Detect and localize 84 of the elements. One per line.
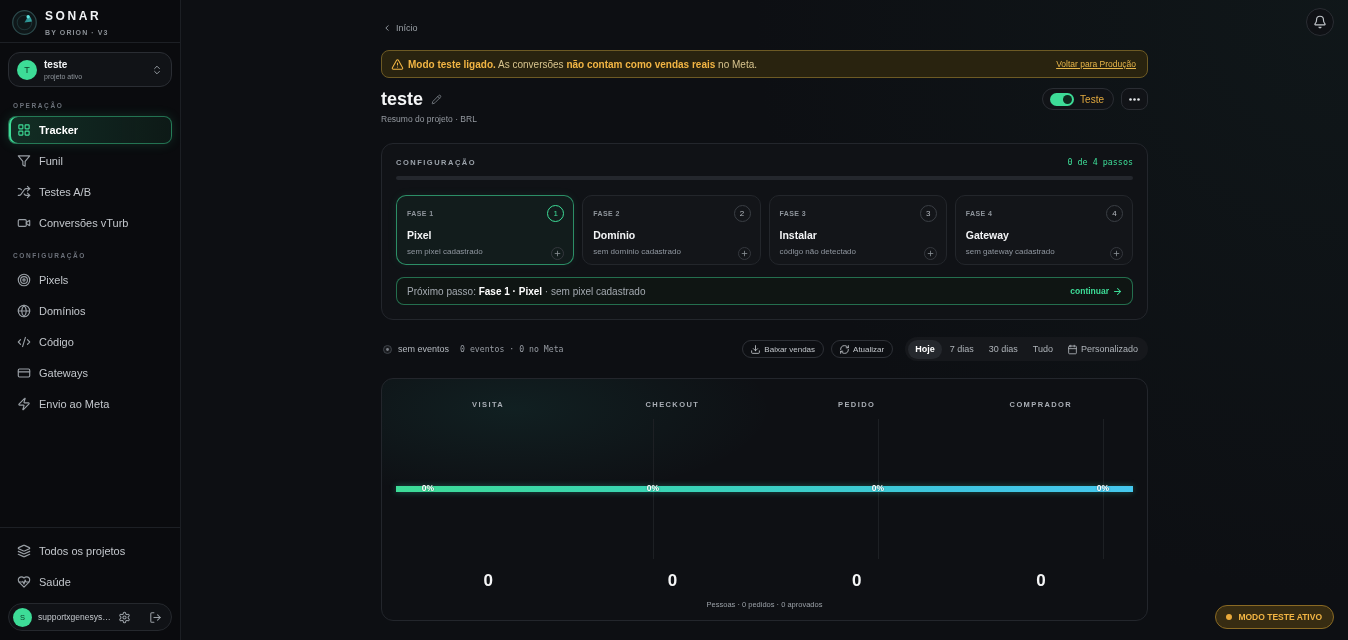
arrow-right-icon bbox=[1113, 286, 1122, 296]
project-avatar: T bbox=[17, 59, 37, 80]
mode-toggle[interactable]: Teste bbox=[1042, 88, 1114, 110]
nav-item[interactable]: Conversões vTurb bbox=[8, 209, 172, 237]
phase-status: código não detectado bbox=[779, 246, 856, 257]
phase-status: sem domínio cadastrado bbox=[593, 246, 681, 257]
range-tab[interactable]: 30 dias bbox=[981, 339, 1025, 359]
nav-item[interactable]: Gateways bbox=[8, 359, 172, 387]
notifications-button[interactable] bbox=[1306, 8, 1334, 36]
range-tab[interactable]: Tudo bbox=[1025, 339, 1060, 359]
shuffle-icon bbox=[18, 186, 30, 198]
page-subtitle: Resumo do projeto · BRL bbox=[381, 113, 477, 125]
logout-button[interactable] bbox=[150, 611, 161, 623]
code-icon bbox=[18, 336, 30, 348]
event-counts: 0 eventos · 0 no Meta bbox=[460, 344, 564, 354]
status-dot-icon bbox=[383, 344, 392, 354]
banner-message: Modo teste ligado. As conversões não contam como vendas reais no Meta. bbox=[408, 58, 758, 70]
funnel-icon bbox=[18, 155, 30, 167]
stage-count: 0 bbox=[1036, 571, 1046, 590]
page-title: teste bbox=[381, 88, 424, 110]
plus-icon bbox=[1113, 250, 1120, 257]
refresh-icon bbox=[840, 344, 850, 354]
stage-percent: 0% bbox=[1096, 483, 1110, 494]
pencil-icon bbox=[432, 94, 442, 104]
settings-icon bbox=[119, 611, 130, 623]
app-name: SONAR bbox=[45, 10, 103, 22]
grid-icon bbox=[18, 124, 30, 136]
back-link[interactable]: Início bbox=[383, 20, 418, 36]
calendar-icon bbox=[1067, 344, 1077, 354]
more-button[interactable] bbox=[1121, 88, 1148, 110]
phase-title: Gateway bbox=[965, 229, 1010, 242]
nav-item[interactable]: Saúde bbox=[8, 568, 172, 596]
plus-icon bbox=[554, 250, 562, 257]
lightning-icon bbox=[18, 398, 30, 410]
layers-icon bbox=[18, 545, 30, 557]
stage-count: 0 bbox=[483, 571, 493, 590]
phase-status: sem pixel cadastrado bbox=[407, 246, 483, 257]
continue-link[interactable]: continuar bbox=[1070, 286, 1122, 296]
progress-text: 0 de 4 passos bbox=[1067, 157, 1133, 167]
plus-icon bbox=[926, 250, 934, 257]
edit-button[interactable] bbox=[432, 94, 442, 104]
credit-card-icon bbox=[18, 367, 30, 379]
phase-title: Instalar bbox=[779, 229, 818, 242]
range-tab[interactable]: Hoje bbox=[908, 339, 942, 359]
nav-item[interactable]: Funil bbox=[8, 147, 172, 175]
toggle-switch[interactable] bbox=[1050, 92, 1075, 106]
user-email: supportxgenesys… bbox=[38, 612, 111, 622]
range-tab[interactable]: Personalizado bbox=[1060, 339, 1145, 359]
status-dot-icon bbox=[1226, 614, 1233, 620]
chevron-up-down-icon bbox=[152, 64, 162, 75]
nav-item[interactable]: Domínios bbox=[8, 297, 172, 325]
logout-icon bbox=[150, 611, 161, 623]
nav-item[interactable]: Envio ao Meta bbox=[8, 390, 172, 418]
app-logo-icon bbox=[12, 10, 37, 35]
next-step-text: Próximo passo: Fase 1 · Pixel · sem pixel cadastrado bbox=[407, 285, 646, 297]
video-camera-icon bbox=[18, 217, 30, 229]
phase-title: Pixel bbox=[407, 229, 433, 242]
phase-status: sem gateway cadastrado bbox=[965, 246, 1055, 257]
globe-icon bbox=[18, 305, 30, 317]
nav-item[interactable]: Todos os projetos bbox=[8, 537, 172, 565]
phase-title: Domínio bbox=[593, 229, 637, 242]
more-icon bbox=[1129, 97, 1140, 101]
nav-item[interactable]: Pixels bbox=[8, 266, 172, 294]
bell-icon bbox=[1314, 16, 1326, 28]
warning-icon bbox=[392, 58, 403, 70]
download-icon bbox=[751, 344, 761, 354]
production-link[interactable]: Voltar para Produção bbox=[1056, 59, 1136, 69]
stage-count: 0 bbox=[667, 571, 678, 590]
stage-count: 0 bbox=[851, 571, 862, 590]
chevron-left-icon bbox=[383, 24, 391, 32]
event-status: sem eventos bbox=[398, 344, 450, 354]
settings-button[interactable] bbox=[119, 611, 130, 623]
project-name: teste bbox=[44, 58, 69, 71]
heart-pulse-icon bbox=[18, 576, 30, 588]
target-icon bbox=[18, 274, 30, 286]
range-tab[interactable]: 7 dias bbox=[942, 339, 981, 359]
stage-percent: 0% bbox=[646, 483, 660, 494]
stage-percent: 0% bbox=[871, 483, 885, 494]
nav-item[interactable]: Código bbox=[8, 328, 172, 356]
stage-percent: 0% bbox=[421, 483, 435, 494]
nav-item[interactable]: Testes A/B bbox=[8, 178, 172, 206]
nav-item[interactable]: Tracker bbox=[8, 116, 172, 144]
test-mode-label: MODO TESTE ATIVO bbox=[1238, 612, 1322, 622]
plus-icon bbox=[740, 250, 748, 257]
